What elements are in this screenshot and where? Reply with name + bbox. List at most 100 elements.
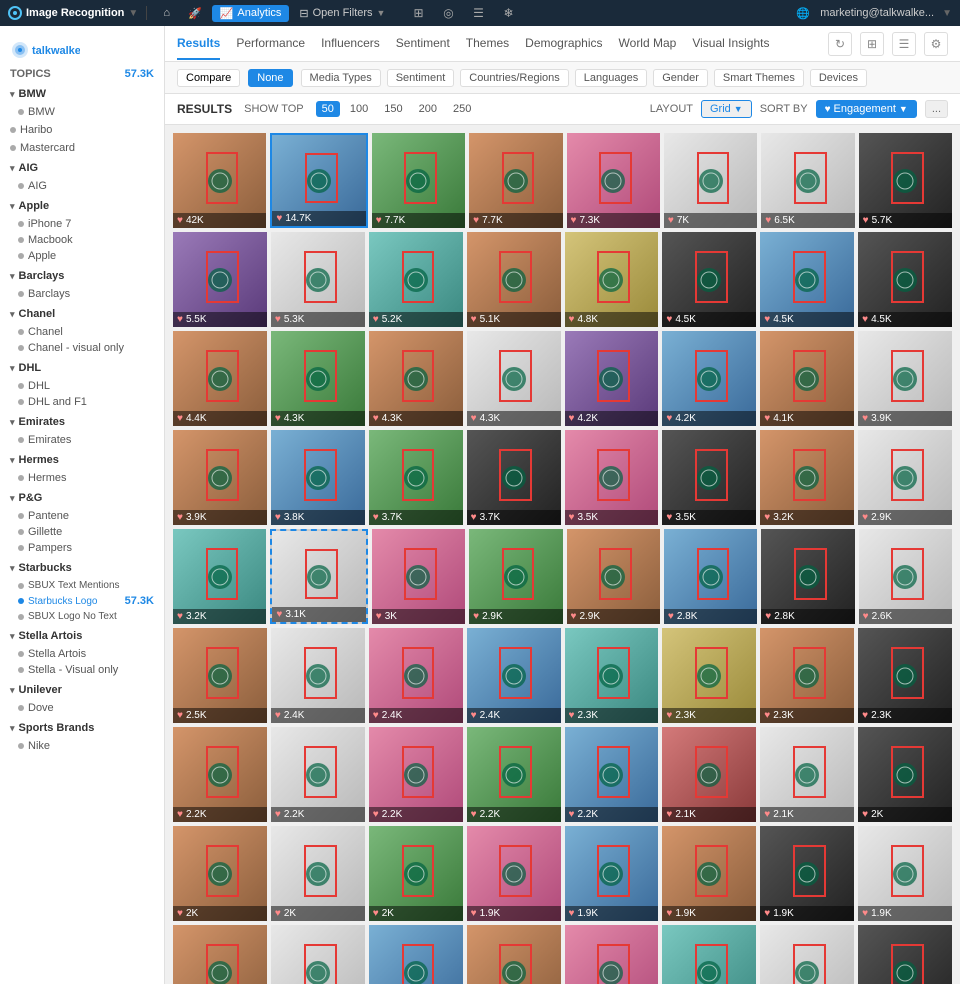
show-top-150[interactable]: 150 [378, 101, 408, 117]
image-cell-2-0[interactable]: ♥4.4K [173, 331, 267, 426]
image-cell-3-3[interactable]: ♥3.7K [467, 430, 561, 525]
view-table-icon[interactable]: ☰ [892, 32, 916, 56]
image-cell-1-3[interactable]: ♥5.1K [467, 232, 561, 327]
image-cell-3-6[interactable]: ♥3.2K [760, 430, 854, 525]
topic-item-dove[interactable]: Dove [0, 700, 164, 716]
tab-world-map[interactable]: World Map [619, 28, 677, 60]
image-cell-0-6[interactable]: ♥6.5K [761, 133, 854, 228]
topic-item-apple[interactable]: Apple [0, 248, 164, 264]
image-cell-0-4[interactable]: ♥7.3K [567, 133, 660, 228]
image-cell-3-4[interactable]: ♥3.5K [565, 430, 659, 525]
topic-item-mastercard[interactable]: Mastercard [0, 140, 164, 156]
topic-group-starbucks-header[interactable]: ▾ Starbucks [0, 558, 164, 578]
image-cell-0-2[interactable]: ♥7.7K [372, 133, 465, 228]
filter-media-types[interactable]: Media Types [301, 69, 381, 87]
image-cell-6-1[interactable]: ♥2.2K [271, 727, 365, 822]
image-cell-5-1[interactable]: ♥2.4K [271, 628, 365, 723]
topic-item-sbux-text[interactable]: SBUX Text Mentions [0, 578, 164, 593]
filter-gender[interactable]: Gender [653, 69, 708, 87]
topic-item-emirates[interactable]: Emirates [0, 432, 164, 448]
image-cell-2-5[interactable]: ♥4.2K [662, 331, 756, 426]
more-options-button[interactable]: ... [925, 100, 948, 118]
filter-sentiment[interactable]: Sentiment [387, 69, 455, 87]
image-cell-8-4[interactable] [565, 925, 659, 984]
sort-engagement-button[interactable]: ♥ Engagement ▼ [816, 100, 917, 118]
image-cell-6-6[interactable]: ♥2.1K [760, 727, 854, 822]
view-grid-icon[interactable]: ⊞ [860, 32, 884, 56]
brand-arrow[interactable]: ▼ [128, 8, 138, 19]
topic-item-stella-visual[interactable]: Stella - Visual only [0, 662, 164, 678]
image-cell-4-7[interactable]: ♥2.6K [859, 529, 952, 624]
none-filter-button[interactable]: None [248, 69, 292, 87]
image-cell-0-5[interactable]: ♥7K [664, 133, 757, 228]
layout-grid-button[interactable]: Grid ▼ [701, 100, 752, 118]
image-cell-8-6[interactable] [760, 925, 854, 984]
image-cell-7-2[interactable]: ♥2K [369, 826, 463, 921]
topic-group-pg-header[interactable]: ▾ P&G [0, 488, 164, 508]
topic-item-barclays[interactable]: Barclays [0, 286, 164, 302]
image-cell-5-6[interactable]: ♥2.3K [760, 628, 854, 723]
image-cell-6-3[interactable]: ♥2.2K [467, 727, 561, 822]
image-cell-3-0[interactable]: ♥3.9K [173, 430, 267, 525]
topic-group-emirates-header[interactable]: ▾ Emirates [0, 412, 164, 432]
compare-button[interactable]: Compare [177, 69, 240, 87]
topic-item-sbux-no-text[interactable]: SBUX Logo No Text [0, 609, 164, 624]
filter-languages[interactable]: Languages [575, 69, 647, 87]
image-cell-3-2[interactable]: ♥3.7K [369, 430, 463, 525]
image-cell-6-5[interactable]: ♥2.1K [662, 727, 756, 822]
topic-group-aig-header[interactable]: ▾ AIG [0, 158, 164, 178]
image-cell-7-5[interactable]: ♥1.9K [662, 826, 756, 921]
image-cell-4-4[interactable]: ♥2.9K [567, 529, 660, 624]
settings-icon[interactable]: ⚙ [924, 32, 948, 56]
image-cell-6-0[interactable]: ♥2.2K [173, 727, 267, 822]
topic-item-dhl[interactable]: DHL [0, 378, 164, 394]
image-cell-5-5[interactable]: ♥2.3K [662, 628, 756, 723]
show-top-100[interactable]: 100 [344, 101, 374, 117]
refresh-icon[interactable]: ↻ [828, 32, 852, 56]
image-cell-3-1[interactable]: ♥3.8K [271, 430, 365, 525]
image-cell-5-2[interactable]: ♥2.4K [369, 628, 463, 723]
image-cell-5-3[interactable]: ♥2.4K [467, 628, 561, 723]
image-cell-2-4[interactable]: ♥4.2K [565, 331, 659, 426]
image-cell-6-7[interactable]: ♥2K [858, 727, 952, 822]
tab-performance[interactable]: Performance [236, 28, 305, 60]
image-cell-4-3[interactable]: ♥2.9K [469, 529, 562, 624]
image-cell-8-7[interactable] [858, 925, 952, 984]
topic-item-hermes[interactable]: Hermes [0, 470, 164, 486]
topic-group-hermes-header[interactable]: ▾ Hermes [0, 450, 164, 470]
nav-rocket[interactable]: 🚀 [180, 5, 210, 22]
topic-item-pantene[interactable]: Pantene [0, 508, 164, 524]
image-cell-0-1[interactable]: ♥14.7K [270, 133, 367, 228]
image-cell-0-3[interactable]: ♥7.7K [469, 133, 562, 228]
filter-devices[interactable]: Devices [810, 69, 867, 87]
topic-group-barclays-header[interactable]: ▾ Barclays [0, 266, 164, 286]
topic-group-unilever-header[interactable]: ▾ Unilever [0, 680, 164, 700]
user-globe-icon[interactable]: 🌐 [794, 4, 812, 22]
nav-home[interactable]: ⌂ [155, 5, 178, 21]
nav-analytics[interactable]: 📈 Analytics [212, 5, 290, 22]
image-cell-0-7[interactable]: ♥5.7K [859, 133, 952, 228]
image-cell-5-4[interactable]: ♥2.3K [565, 628, 659, 723]
image-cell-5-0[interactable]: ♥2.5K [173, 628, 267, 723]
image-cell-6-4[interactable]: ♥2.2K [565, 727, 659, 822]
grid-view-icon[interactable]: ⊞ [409, 4, 427, 22]
image-cell-8-2[interactable] [369, 925, 463, 984]
topic-item-nike[interactable]: Nike [0, 738, 164, 754]
image-cell-4-1[interactable]: ♥3.1K [270, 529, 367, 624]
image-cell-1-1[interactable]: ♥5.3K [271, 232, 365, 327]
tab-demographics[interactable]: Demographics [525, 28, 602, 60]
topic-item-macbook[interactable]: Macbook [0, 232, 164, 248]
topic-item-iphone7[interactable]: iPhone 7 [0, 216, 164, 232]
tab-influencers[interactable]: Influencers [321, 28, 380, 60]
image-cell-3-7[interactable]: ♥2.9K [858, 430, 952, 525]
image-cell-1-2[interactable]: ♥5.2K [369, 232, 463, 327]
topic-item-dhl-f1[interactable]: DHL and F1 [0, 394, 164, 410]
circle-icon[interactable]: ◎ [439, 4, 457, 22]
tab-results[interactable]: Results [177, 28, 220, 60]
image-cell-1-4[interactable]: ♥4.8K [565, 232, 659, 327]
image-cell-2-1[interactable]: ♥4.3K [271, 331, 365, 426]
image-cell-3-5[interactable]: ♥3.5K [662, 430, 756, 525]
image-cell-8-1[interactable]: ♥1.9K [271, 925, 365, 984]
topic-item-stella-artois[interactable]: Stella Artois [0, 646, 164, 662]
image-cell-1-5[interactable]: ♥4.5K [662, 232, 756, 327]
